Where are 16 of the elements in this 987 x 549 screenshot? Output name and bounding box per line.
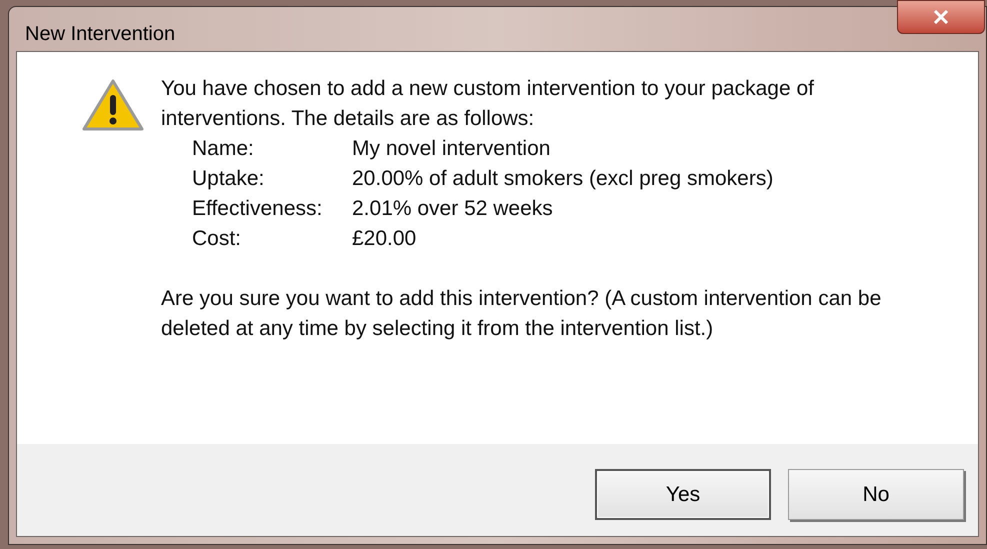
dialog-button[interactable]: No: [788, 469, 964, 520]
intro-text: You have chosen to add a new custom intervention to your package of interventions. The details are as follows:: [161, 76, 815, 132]
dialog-button[interactable]: Yes: [595, 469, 771, 520]
detail-value: 20.00% of adult smokers (excl preg smokers): [352, 166, 774, 192]
close-icon: [933, 10, 949, 24]
detail-label: Effectiveness:: [192, 196, 324, 222]
detail-value: My novel intervention: [352, 136, 552, 162]
window-title: New Intervention: [25, 24, 176, 44]
warning-icon: [81, 78, 145, 132]
detail-label: Uptake:: [192, 166, 266, 192]
detail-label: Name:: [192, 136, 255, 162]
close-button[interactable]: [897, 0, 985, 34]
detail-label: Cost:: [192, 226, 242, 252]
question-text: Are you sure you want to add this intervention? (A custom intervention can be deleted at any time by selecting it from the intervention list.): [161, 286, 882, 342]
detail-value: £20.00: [352, 226, 418, 252]
detail-value: 2.01% over 52 weeks: [352, 196, 554, 222]
